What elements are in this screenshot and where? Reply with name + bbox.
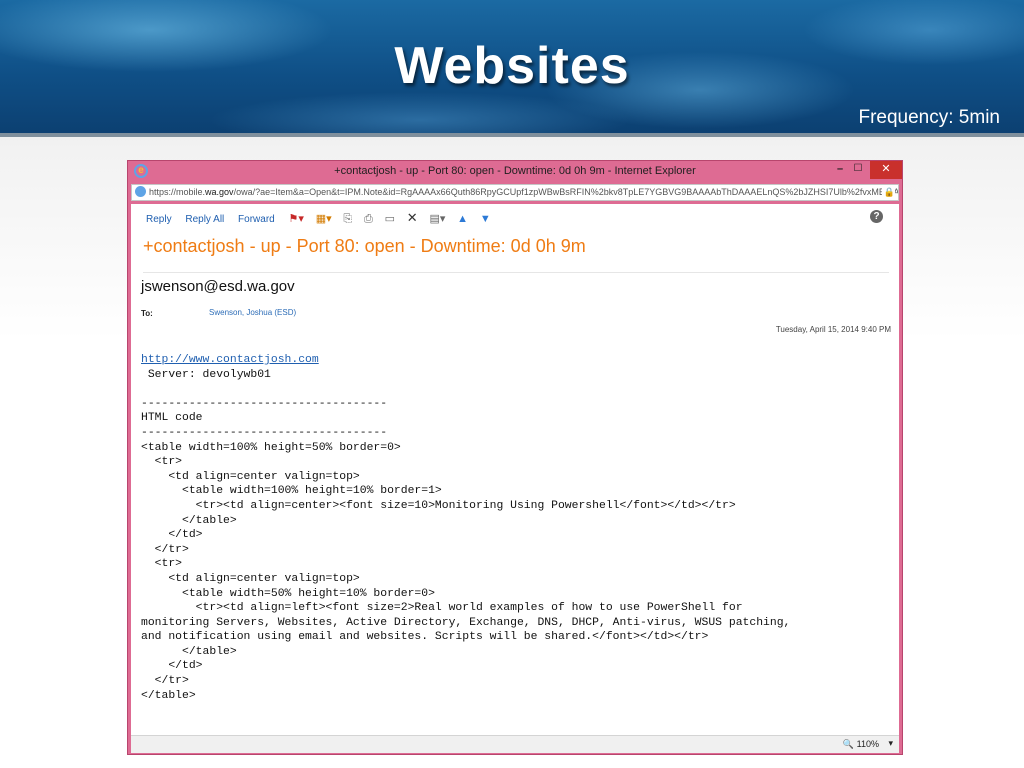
previous-item-icon[interactable]: ▲	[457, 213, 468, 225]
lock-icon[interactable]: 🔒	[881, 185, 895, 200]
close-button[interactable]: ✕	[870, 161, 902, 179]
zoom-control[interactable]: 🔍 110%	[843, 739, 879, 750]
title-bar[interactable]: e +contactjosh - up - Port 80: open - Do…	[128, 161, 902, 183]
server-line: Server: devolywb01	[141, 368, 271, 381]
to-label: To:	[141, 309, 153, 318]
window-title: +contactjosh - up - Port 80: open - Down…	[334, 165, 696, 177]
message-body: http://www.contactjosh.com Server: devol…	[141, 353, 790, 703]
recipient-link[interactable]: Swenson, Joshua (ESD)	[209, 308, 296, 317]
move-icon[interactable]: ⎘	[343, 213, 352, 226]
slide-header: Websites Frequency: 5min	[0, 0, 1024, 137]
html-code-block: ------------------------------------ HTM…	[141, 397, 791, 702]
zoom-dropdown-icon[interactable]: ▾	[888, 738, 893, 749]
categorize-icon[interactable]: ▦▾	[316, 212, 332, 225]
delete-icon[interactable]: ✕	[407, 210, 418, 226]
print-icon[interactable]: ⎙	[364, 213, 373, 226]
message-toolbar: Reply Reply All Forward ⚑▾ ▦▾ ⎘ ⎙ ▭ ✕ ▤▾…	[146, 210, 500, 226]
zoom-icon: 🔍	[842, 739, 855, 749]
status-bar: 🔍 110% ▾	[131, 735, 899, 753]
forward-button[interactable]: Forward	[238, 214, 275, 225]
flag-icon[interactable]: ⚑▾	[289, 212, 304, 225]
page-content: Reply Reply All Forward ⚑▾ ▦▾ ⎘ ⎙ ▭ ✕ ▤▾…	[131, 204, 899, 736]
website-link[interactable]: http://www.contactjosh.com	[141, 354, 319, 366]
divider	[143, 272, 889, 273]
help-icon[interactable]: ?	[870, 210, 883, 223]
address-bar[interactable]: https://mobile.wa.gov/owa/?ae=Item&a=Ope…	[131, 184, 899, 201]
next-item-icon[interactable]: ▼	[480, 213, 491, 225]
maximize-button[interactable]: ☐	[850, 161, 866, 179]
minimize-button[interactable]: –	[830, 161, 850, 179]
slide-subtitle: Frequency: 5min	[858, 107, 1000, 128]
address-path: /owa/?ae=Item&a=Open&t=IPM.Note&id=RgAAA…	[233, 187, 899, 197]
message-subject: +contactjosh - up - Port 80: open - Down…	[143, 236, 586, 256]
slide-title: Websites	[394, 37, 630, 95]
address-domain: wa.gov	[205, 187, 234, 197]
reply-all-button[interactable]: Reply All	[185, 214, 224, 225]
zoom-level: 110%	[856, 739, 879, 749]
address-prefix: https://mobile.	[149, 187, 206, 197]
reply-button[interactable]: Reply	[146, 214, 172, 225]
actions-icon[interactable]: ▤▾	[429, 212, 445, 225]
sender-address: jswenson@esd.wa.gov	[141, 278, 295, 295]
sent-date: Tuesday, April 15, 2014 9:40 PM	[775, 325, 891, 334]
folder-icon[interactable]: ▭	[385, 212, 395, 225]
browser-window: e +contactjosh - up - Port 80: open - Do…	[127, 160, 903, 755]
page-icon	[135, 186, 146, 197]
